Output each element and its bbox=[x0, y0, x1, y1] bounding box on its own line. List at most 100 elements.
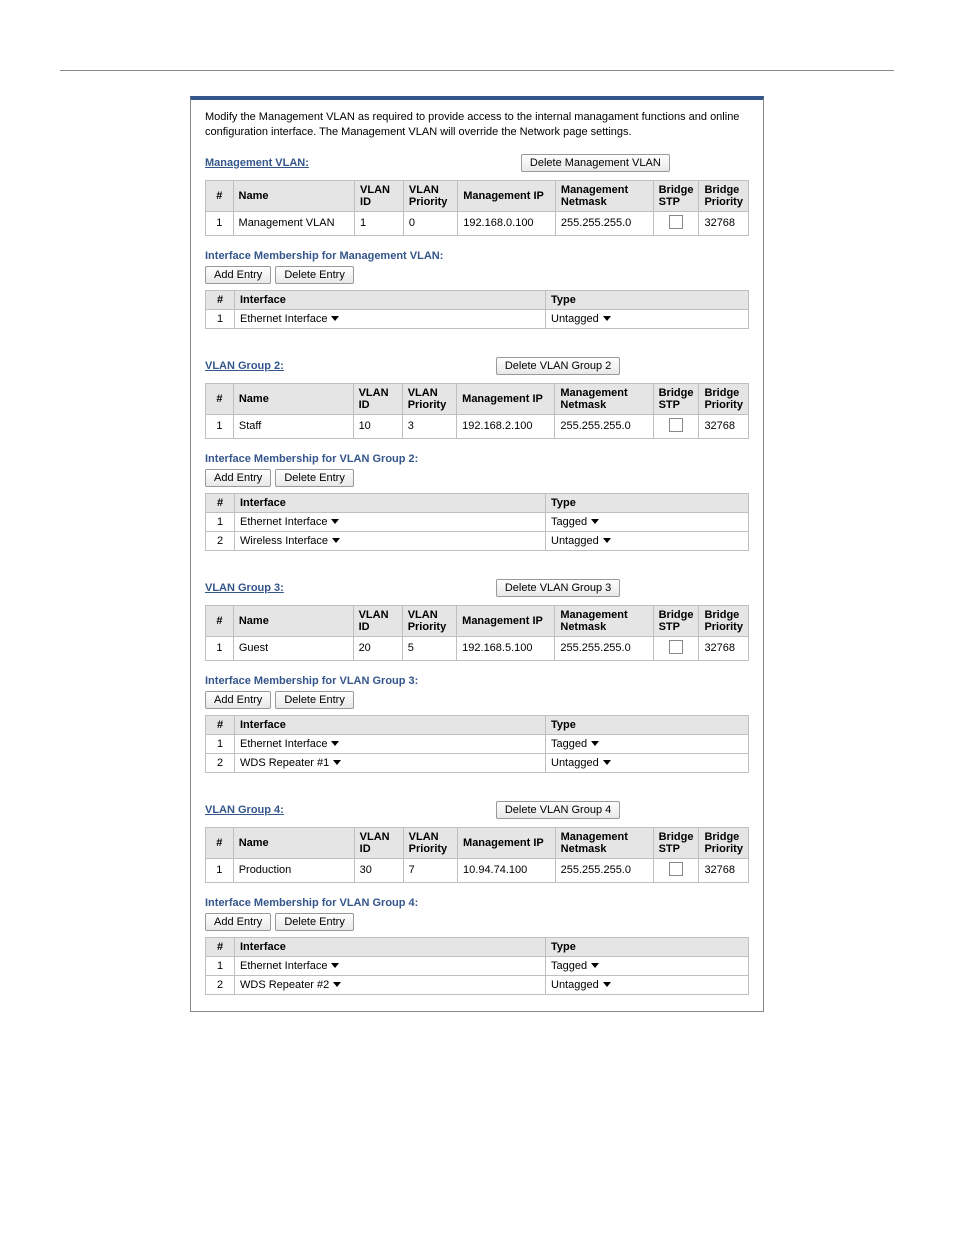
type-select[interactable]: Untagged bbox=[551, 757, 611, 769]
table-row: 2 Wireless Interface Untagged bbox=[206, 531, 749, 550]
col-type: Type bbox=[546, 937, 749, 956]
interface-select[interactable]: Ethernet Interface bbox=[240, 313, 339, 325]
cell-num: 1 bbox=[206, 414, 234, 438]
cell-name[interactable]: Guest bbox=[233, 636, 353, 660]
bridge-stp-checkbox[interactable] bbox=[669, 862, 683, 876]
cell-name[interactable]: Production bbox=[233, 858, 354, 882]
cell-mgmt-ip[interactable]: 10.94.74.100 bbox=[458, 858, 556, 882]
cell-bridge-priority[interactable]: 32768 bbox=[699, 858, 749, 882]
cell-mgmt-netmask[interactable]: 255.255.255.0 bbox=[555, 636, 653, 660]
type-select[interactable]: Untagged bbox=[551, 979, 611, 991]
bridge-stp-checkbox[interactable] bbox=[669, 640, 683, 654]
cell-bridge-priority[interactable]: 32768 bbox=[699, 414, 749, 438]
table-row: 1 Management VLAN 1 0 192.168.0.100 255.… bbox=[206, 211, 749, 235]
cell-mgmt-ip[interactable]: 192.168.2.100 bbox=[457, 414, 555, 438]
delete-entry-button[interactable]: Delete Entry bbox=[275, 691, 354, 709]
type-select-label: Tagged bbox=[551, 516, 587, 528]
delete-group-button[interactable]: Delete VLAN Group 4 bbox=[496, 801, 620, 819]
type-select-label: Tagged bbox=[551, 738, 587, 750]
interface-select-label: WDS Repeater #1 bbox=[240, 757, 329, 769]
table-row: 1 Ethernet Interface Tagged bbox=[206, 512, 749, 531]
cell-bridge-priority[interactable]: 32768 bbox=[699, 211, 749, 235]
interface-select-label: Ethernet Interface bbox=[240, 738, 327, 750]
cell-vlan-priority[interactable]: 0 bbox=[403, 211, 457, 235]
cell-vlan-priority[interactable]: 3 bbox=[402, 414, 456, 438]
col-mgmt-ip: Management IP bbox=[458, 180, 556, 211]
cell-vlan-priority[interactable]: 5 bbox=[402, 636, 456, 660]
chevron-down-icon bbox=[333, 982, 341, 987]
add-entry-button[interactable]: Add Entry bbox=[205, 691, 271, 709]
cell-vlan-id[interactable]: 20 bbox=[353, 636, 402, 660]
cell-num: 1 bbox=[206, 309, 235, 328]
cell-name[interactable]: Staff bbox=[233, 414, 353, 438]
col-vlan-id: VLAN ID bbox=[354, 827, 403, 858]
cell-bridge-priority[interactable]: 32768 bbox=[699, 636, 749, 660]
cell-num: 1 bbox=[206, 636, 234, 660]
type-select[interactable]: Tagged bbox=[551, 738, 599, 750]
cell-mgmt-netmask[interactable]: 255.255.255.0 bbox=[555, 414, 653, 438]
cell-name[interactable]: Management VLAN bbox=[233, 211, 354, 235]
cell-num: 1 bbox=[206, 512, 235, 531]
table-row: 1 Guest 20 5 192.168.5.100 255.255.255.0… bbox=[206, 636, 749, 660]
cell-mgmt-ip[interactable]: 192.168.0.100 bbox=[458, 211, 556, 235]
cell-mgmt-netmask[interactable]: 255.255.255.0 bbox=[555, 211, 653, 235]
chevron-down-icon bbox=[332, 538, 340, 543]
interface-select[interactable]: Ethernet Interface bbox=[240, 738, 339, 750]
delete-group-button[interactable]: Delete VLAN Group 2 bbox=[496, 357, 620, 375]
table-row: 1 Ethernet Interface Untagged bbox=[206, 309, 749, 328]
group-title: VLAN Group 3: bbox=[205, 582, 284, 594]
col-interface: Interface bbox=[235, 493, 546, 512]
col-name: Name bbox=[233, 827, 354, 858]
add-entry-button[interactable]: Add Entry bbox=[205, 913, 271, 931]
cell-mgmt-netmask[interactable]: 255.255.255.0 bbox=[555, 858, 653, 882]
chevron-down-icon bbox=[331, 316, 339, 321]
delete-group-button[interactable]: Delete Management VLAN bbox=[521, 154, 670, 172]
chevron-down-icon bbox=[591, 963, 599, 968]
type-select[interactable]: Tagged bbox=[551, 960, 599, 972]
col-bridge-stp: Bridge STP bbox=[653, 605, 699, 636]
col-mgmt-netmask: Management Netmask bbox=[555, 605, 653, 636]
type-select[interactable]: Tagged bbox=[551, 516, 599, 528]
chevron-down-icon bbox=[331, 519, 339, 524]
col-vlan-id: VLAN ID bbox=[353, 383, 402, 414]
col-num: # bbox=[206, 383, 234, 414]
type-select[interactable]: Untagged bbox=[551, 535, 611, 547]
cell-vlan-id[interactable]: 10 bbox=[353, 414, 402, 438]
bridge-stp-checkbox[interactable] bbox=[669, 215, 683, 229]
table-row: 1 Production 30 7 10.94.74.100 255.255.2… bbox=[206, 858, 749, 882]
table-row: 2 WDS Repeater #2 Untagged bbox=[206, 975, 749, 994]
add-entry-button[interactable]: Add Entry bbox=[205, 469, 271, 487]
table-row: 1 Staff 10 3 192.168.2.100 255.255.255.0… bbox=[206, 414, 749, 438]
cell-vlan-id[interactable]: 1 bbox=[355, 211, 404, 235]
bridge-stp-checkbox[interactable] bbox=[669, 418, 683, 432]
cell-vlan-id[interactable]: 30 bbox=[354, 858, 403, 882]
delete-entry-button[interactable]: Delete Entry bbox=[275, 469, 354, 487]
table-row: 1 Ethernet Interface Tagged bbox=[206, 956, 749, 975]
col-bridge-priority: Bridge Priority bbox=[699, 827, 749, 858]
membership-title: Interface Membership for VLAN Group 4: bbox=[205, 897, 749, 909]
delete-entry-button[interactable]: Delete Entry bbox=[275, 913, 354, 931]
col-mgmt-netmask: Management Netmask bbox=[555, 180, 653, 211]
delete-group-button[interactable]: Delete VLAN Group 3 bbox=[496, 579, 620, 597]
cell-mgmt-ip[interactable]: 192.168.5.100 bbox=[457, 636, 555, 660]
delete-entry-button[interactable]: Delete Entry bbox=[275, 266, 354, 284]
interface-select-label: Ethernet Interface bbox=[240, 960, 327, 972]
group-title: VLAN Group 4: bbox=[205, 804, 284, 816]
col-bridge-priority: Bridge Priority bbox=[699, 605, 749, 636]
interface-select[interactable]: Ethernet Interface bbox=[240, 960, 339, 972]
add-entry-button[interactable]: Add Entry bbox=[205, 266, 271, 284]
col-type: Type bbox=[546, 290, 749, 309]
cell-num: 2 bbox=[206, 531, 235, 550]
group-title: Management VLAN: bbox=[205, 157, 309, 169]
interface-select[interactable]: WDS Repeater #2 bbox=[240, 979, 341, 991]
interface-select[interactable]: Ethernet Interface bbox=[240, 516, 339, 528]
table-row: 2 WDS Repeater #1 Untagged bbox=[206, 753, 749, 772]
interface-select[interactable]: WDS Repeater #1 bbox=[240, 757, 341, 769]
col-vlan-id: VLAN ID bbox=[353, 605, 402, 636]
col-mgmt-netmask: Management Netmask bbox=[555, 827, 653, 858]
chevron-down-icon bbox=[603, 982, 611, 987]
col-mgmt-ip: Management IP bbox=[457, 383, 555, 414]
interface-select[interactable]: Wireless Interface bbox=[240, 535, 340, 547]
type-select[interactable]: Untagged bbox=[551, 313, 611, 325]
cell-vlan-priority[interactable]: 7 bbox=[403, 858, 457, 882]
